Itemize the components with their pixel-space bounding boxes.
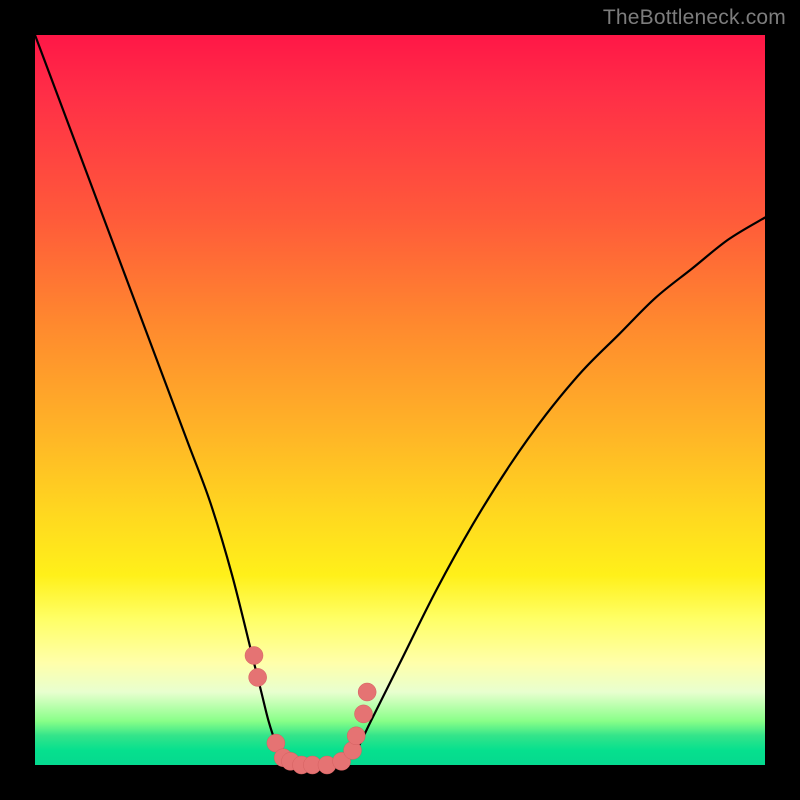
data-marker [347,727,365,745]
curve-layer [35,35,765,766]
data-marker [245,647,263,665]
watermark-text: TheBottleneck.com [603,6,786,30]
data-marker [355,705,373,723]
curve-svg [35,35,765,765]
bottleneck-curve [35,35,765,766]
chart-frame: TheBottleneck.com [0,0,800,800]
data-marker [358,683,376,701]
data-marker [249,668,267,686]
plot-area [35,35,765,765]
